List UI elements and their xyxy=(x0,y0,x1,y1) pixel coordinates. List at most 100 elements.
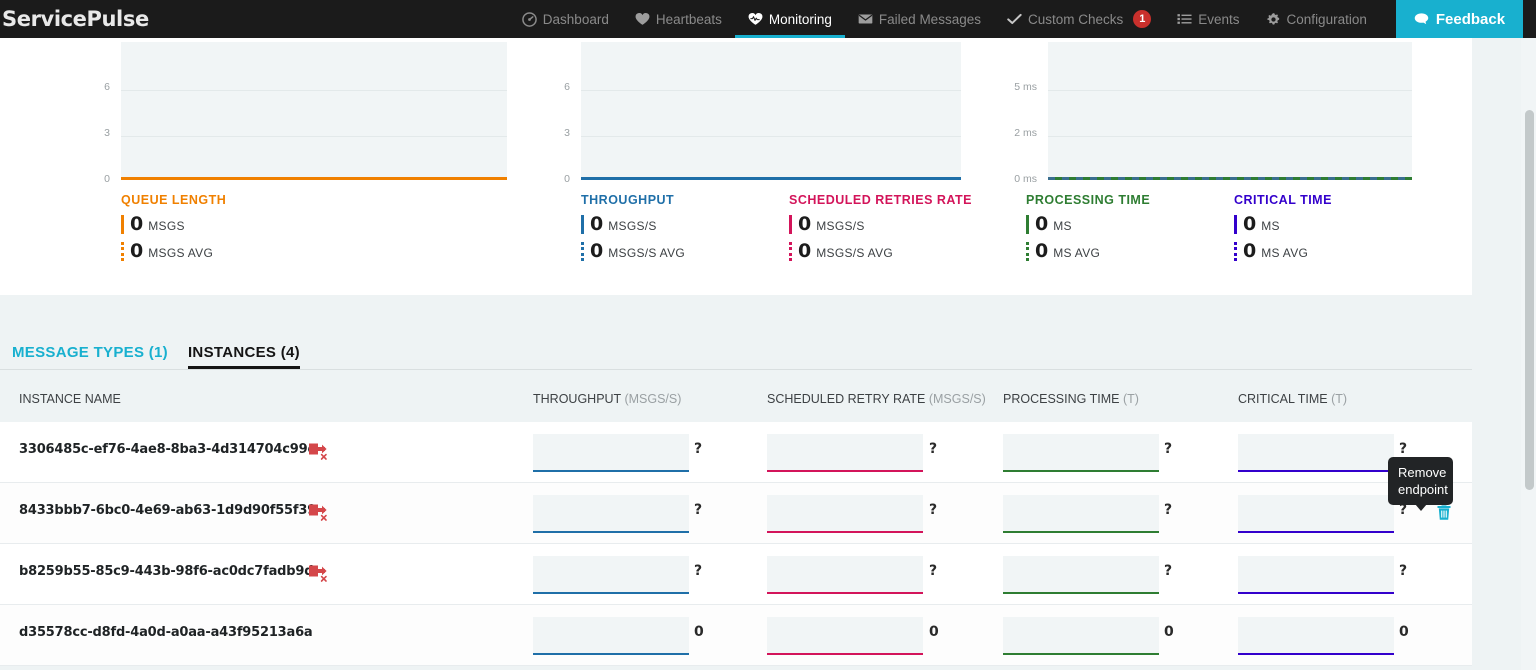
disconnected-endpoint-icon xyxy=(308,440,330,462)
sparkline-processing-time xyxy=(1003,434,1159,472)
feedback-button[interactable]: Feedback xyxy=(1395,0,1524,38)
nav-item-label: Dashboard xyxy=(542,11,609,27)
brand-logo[interactable]: ServicePulse xyxy=(0,0,149,38)
value-retry-rate: ? xyxy=(929,563,938,579)
nav-item-label: Failed Messages xyxy=(878,11,981,27)
heart-pulse-icon xyxy=(748,12,763,27)
tab-instances[interactable]: INSTANCES (4) xyxy=(178,344,310,370)
nav-item-custom-checks[interactable]: Custom Checks 1 xyxy=(994,0,1164,38)
sparkline-processing-time xyxy=(1003,495,1159,533)
y-tick-label: 3 xyxy=(564,127,570,139)
sparkline-throughput xyxy=(533,617,689,655)
metric-scheduled-retries-rate: SCHEDULED RETRIES RATE 0 MSGS/S 0 MSGS/S… xyxy=(789,193,972,262)
check-icon xyxy=(1007,12,1022,27)
y-tick-label: 2 ms xyxy=(1014,127,1037,139)
detail-tabs-container: MESSAGE TYPES (1) INSTANCES (4) xyxy=(0,325,1472,370)
metric-critical-time: CRITICAL TIME 0 MS 0 MS AVG xyxy=(1234,193,1332,262)
value-critical-time: 0 xyxy=(1399,624,1409,640)
envelope-icon xyxy=(858,12,873,27)
instances-table-body: 3306485c-ef76-4ae8-8ba3-4d314704c99e ? ?… xyxy=(0,422,1472,666)
metric-title: QUEUE LENGTH xyxy=(121,193,227,207)
top-navbar: ServicePulse Dashboard Heartbeats Monito… xyxy=(0,0,1536,38)
remove-endpoint-tooltip: Remove endpoint xyxy=(1388,457,1453,511)
disconnected-endpoint-icon xyxy=(308,501,330,523)
gridline xyxy=(1048,136,1412,137)
value-retry-rate: 0 xyxy=(929,624,939,640)
tab-message-types[interactable]: MESSAGE TYPES (1) xyxy=(2,344,178,370)
sparkline-throughput xyxy=(533,495,689,533)
metric-unit: MS AVG xyxy=(1053,246,1101,260)
metric-processing-time: PROCESSING TIME 0 MS 0 MS AVG xyxy=(1026,193,1234,262)
y-tick-label: 5 ms xyxy=(1014,81,1037,93)
value-processing-time: 0 xyxy=(1164,624,1174,640)
tabs-divider xyxy=(0,369,1472,370)
metric-title: CRITICAL TIME xyxy=(1234,193,1332,207)
nav-item-label: Custom Checks xyxy=(1027,11,1124,27)
gridline xyxy=(581,136,961,137)
nav-item-label: Heartbeats xyxy=(655,11,722,27)
graph-group-processing-time: 5 ms 2 ms 0 ms PROCESSING TIME 0 MS 0 MS… xyxy=(1001,38,1472,295)
sparkline-throughput xyxy=(533,434,689,472)
sparkline-processing-time xyxy=(1003,617,1159,655)
metric-value: 0 xyxy=(130,213,144,235)
plot-area-throughput xyxy=(581,42,961,180)
value-processing-time: ? xyxy=(1164,563,1173,579)
metric-value: 0 xyxy=(1243,213,1257,235)
heart-icon xyxy=(635,12,650,27)
instance-name: b8259b55-85c9-443b-98f6-ac0dc7fadb9d xyxy=(19,564,314,579)
graph-group-queue-length: 6 3 0 QUEUE LENGTH 0 MSGS 0 MSGS AVG xyxy=(0,38,507,295)
metric-marker-dotted xyxy=(789,242,792,261)
metric-marker-dotted xyxy=(1026,242,1029,261)
metric-marker-solid xyxy=(1234,215,1237,234)
primary-nav: Dashboard Heartbeats Monitoring Failed M… xyxy=(509,0,1524,38)
y-tick-label: 3 xyxy=(104,127,110,139)
table-row[interactable]: 8433bbb7-6bc0-4e69-ab63-1d9d90f55f39 ? ?… xyxy=(0,483,1472,544)
column-header-throughput: THROUGHPUT (MSGS/S) xyxy=(533,392,682,406)
y-tick-label: 6 xyxy=(104,81,110,93)
speech-bubble-icon xyxy=(1414,12,1429,27)
nav-item-label: Monitoring xyxy=(768,11,832,27)
nav-item-events[interactable]: Events xyxy=(1164,0,1252,38)
metric-value: 0 xyxy=(798,240,812,262)
y-tick-label: 0 xyxy=(104,173,110,185)
metric-marker-solid xyxy=(581,215,584,234)
metric-marker-solid xyxy=(121,215,124,234)
table-row[interactable]: b8259b55-85c9-443b-98f6-ac0dc7fadb9d ? ?… xyxy=(0,544,1472,605)
graph-group-throughput: 6 3 0 THROUGHPUT 0 MSGS/S 0 MSGS/S AVG S… xyxy=(507,38,1001,295)
metric-marker-dotted xyxy=(121,242,124,261)
nav-item-dashboard[interactable]: Dashboard xyxy=(509,0,622,38)
nav-item-configuration[interactable]: Configuration xyxy=(1253,0,1380,38)
metric-marker-dotted xyxy=(581,242,584,261)
gridline xyxy=(581,90,961,91)
metric-marker-solid xyxy=(1026,215,1029,234)
metric-value: 0 xyxy=(130,240,144,262)
remove-endpoint-button[interactable] xyxy=(1436,503,1452,521)
column-header-critical-time: CRITICAL TIME (T) xyxy=(1238,392,1348,406)
gridline xyxy=(121,136,507,137)
metric-marker-dotted xyxy=(1234,242,1237,261)
nav-item-heartbeats[interactable]: Heartbeats xyxy=(622,0,735,38)
metric-value: 0 xyxy=(1035,213,1049,235)
sparkline-processing-time xyxy=(1003,556,1159,594)
value-throughput: ? xyxy=(694,563,703,579)
feedback-label: Feedback xyxy=(1435,10,1506,28)
nav-item-failed-messages[interactable]: Failed Messages xyxy=(845,0,994,38)
nav-item-monitoring[interactable]: Monitoring xyxy=(734,0,845,38)
scrollbar-thumb[interactable] xyxy=(1525,110,1534,490)
metric-graph-panel: 6 3 0 QUEUE LENGTH 0 MSGS 0 MSGS AVG 6 3… xyxy=(0,38,1472,295)
metric-title: THROUGHPUT xyxy=(581,193,675,207)
value-throughput: ? xyxy=(694,441,703,457)
metric-unit: MSGS/S AVG xyxy=(816,246,894,260)
vertical-scrollbar[interactable] xyxy=(1521,38,1536,670)
y-tick-label: 0 xyxy=(564,173,570,185)
metric-value: 0 xyxy=(798,213,812,235)
series-line-processing-and-critical-time xyxy=(1048,177,1412,180)
metric-unit: MSGS/S xyxy=(816,219,865,233)
plot-area-processing-time xyxy=(1048,42,1412,180)
sparkline-retry-rate xyxy=(767,495,923,533)
table-row[interactable]: d35578cc-d8fd-4a0d-a0aa-a43f95213a6a 0 0… xyxy=(0,605,1472,666)
dashboard-gauge-icon xyxy=(521,11,537,27)
table-row[interactable]: 3306485c-ef76-4ae8-8ba3-4d314704c99e ? ?… xyxy=(0,422,1472,483)
sparkline-critical-time xyxy=(1238,495,1394,533)
y-tick-label: 0 ms xyxy=(1014,173,1037,185)
